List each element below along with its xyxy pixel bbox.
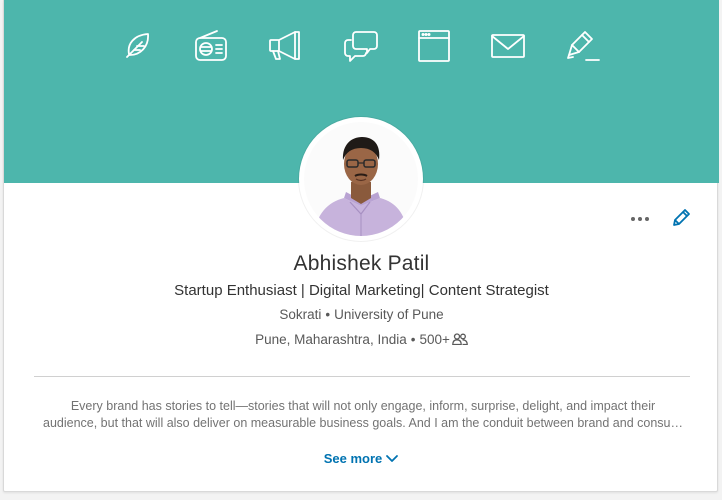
- more-options-button[interactable]: [628, 207, 654, 231]
- megaphone-icon: [267, 28, 303, 64]
- more-dots-icon: [638, 217, 642, 221]
- feather-icon: [120, 28, 156, 64]
- pencil-icon: [673, 209, 690, 226]
- profile-headline: Startup Enthusiast | Digital Marketing| …: [174, 282, 549, 299]
- profile-location: Pune, Maharashtra, India: [255, 332, 407, 347]
- envelope-icon: [490, 28, 526, 64]
- section-divider: [34, 376, 690, 377]
- summary-line-1: Every brand has stories to tell—stories …: [70, 399, 656, 413]
- profile-name: Abhishek Patil: [293, 252, 430, 275]
- school-link[interactable]: University of Pune: [334, 307, 444, 322]
- banner-icon-row: [4, 28, 719, 64]
- profile-summary: Every brand has stories to tell—stories …: [37, 398, 689, 432]
- browser-window-icon: [416, 28, 452, 64]
- chat-bubbles-icon: [343, 28, 379, 64]
- radio-icon: [193, 28, 229, 64]
- profile-location-row: Pune, Maharashtra, India • 500+: [4, 332, 719, 347]
- marker-pen-icon: [565, 28, 601, 64]
- more-dots-icon: [631, 217, 635, 221]
- more-dots-icon: [645, 217, 649, 221]
- profile-card: Abhishek Patil Startup Enthusiast | Digi…: [3, 0, 719, 492]
- company-link[interactable]: Sokrati: [279, 307, 321, 322]
- avatar-photo: [304, 122, 418, 236]
- summary-line-2: audience, but that will also deliver on …: [43, 416, 683, 430]
- connections-count[interactable]: 500+: [419, 332, 449, 347]
- separator-dot: •: [325, 307, 331, 322]
- separator-dot: •: [410, 332, 416, 347]
- people-icon: [452, 333, 468, 345]
- profile-affiliations: Sokrati • University of Pune: [4, 307, 719, 322]
- see-more-label: See more: [323, 451, 383, 466]
- edit-profile-button[interactable]: [669, 206, 693, 230]
- avatar[interactable]: [299, 117, 423, 241]
- see-more-button[interactable]: See more: [4, 451, 719, 466]
- chevron-down-icon: [386, 455, 399, 462]
